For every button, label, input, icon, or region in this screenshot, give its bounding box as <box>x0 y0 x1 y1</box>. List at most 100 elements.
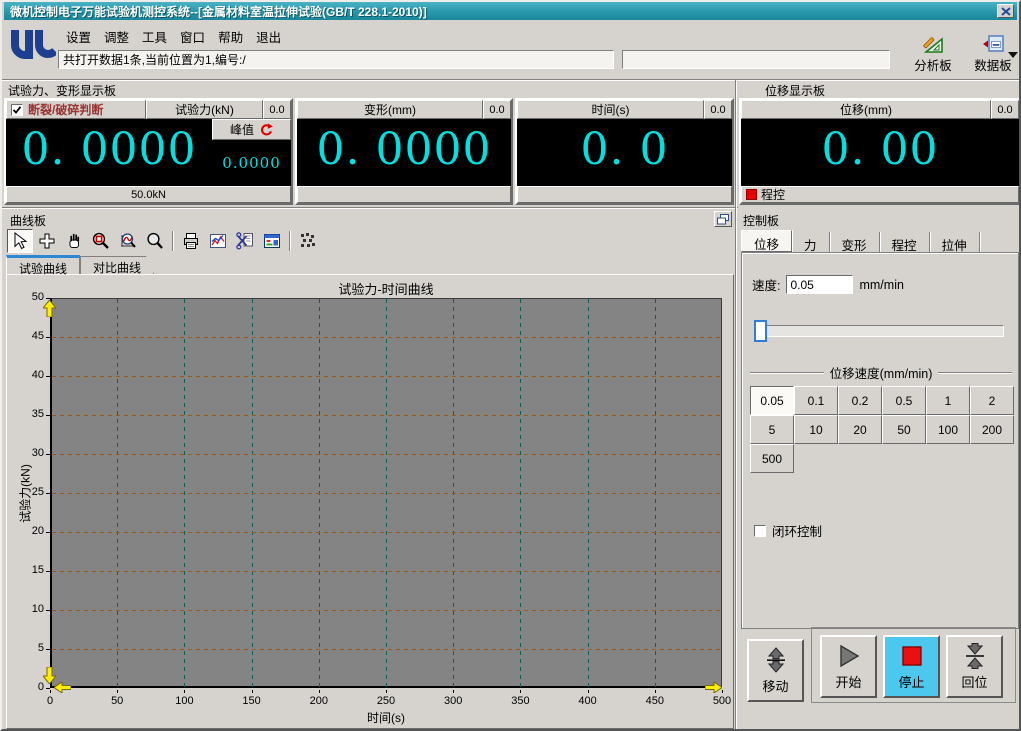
speed-option-200[interactable]: 200 <box>970 415 1014 444</box>
menu-item-settings[interactable]: 设置 <box>66 27 91 45</box>
status-input[interactable] <box>58 50 614 69</box>
speed-option-10[interactable]: 10 <box>794 415 838 444</box>
tab-program[interactable]: 程控 <box>880 232 930 253</box>
force-range-label: 50.0kN <box>6 186 291 203</box>
time-footer <box>517 186 732 203</box>
snip-export-button[interactable] <box>232 229 258 253</box>
speed-slider-track[interactable] <box>758 325 1004 337</box>
zoom-box-button[interactable] <box>88 229 114 253</box>
x-axis-label: 时间(s) <box>367 711 405 725</box>
speed-option-500[interactable]: 500 <box>750 444 794 473</box>
x-tick-label: 200 <box>309 695 328 707</box>
select-cursor-icon <box>14 232 28 250</box>
start-button[interactable]: 开始 <box>820 635 877 698</box>
speed-option-2[interactable]: 2 <box>970 386 1014 415</box>
y-tick-label: 50 <box>31 291 44 303</box>
status-field-secondary[interactable] <box>622 50 890 69</box>
checkbox-checked-icon <box>11 103 23 116</box>
move-arrows-icon <box>766 646 785 673</box>
tick-mark <box>46 610 50 611</box>
deform-unit-button[interactable]: 变形(mm) <box>297 100 483 119</box>
x-tick-label: 250 <box>376 695 396 707</box>
tab-displacement[interactable]: 位移 <box>741 230 793 252</box>
control-panel: 控制板 位移力变形程控拉伸 速度: mm/min 位移速度(mm/min) 0.… <box>739 208 1019 729</box>
select-cursor-button[interactable] <box>7 229 33 253</box>
magnifier-button[interactable] <box>142 229 168 253</box>
y-tick-label: 40 <box>31 369 44 381</box>
tab-compare-curve[interactable]: 对比曲线 <box>80 256 154 274</box>
zoom-curve-button[interactable] <box>115 229 141 253</box>
pan-hand-button[interactable] <box>61 229 87 253</box>
gridline <box>52 649 721 650</box>
speed-option-0.5[interactable]: 0.5 <box>882 386 926 415</box>
tab-test-curve[interactable]: 试验曲线 <box>6 255 81 276</box>
restore-panel-button[interactable] <box>714 211 732 227</box>
x-tick-label: 0 <box>46 695 54 707</box>
analyze-panel-button[interactable]: 分析板 <box>902 32 964 74</box>
speed-option-0.1[interactable]: 0.1 <box>794 386 838 415</box>
force-unit-button[interactable]: 试验力(kN) <box>146 100 263 119</box>
break-detect-checkbox[interactable]: 断裂/破碎判断 <box>6 100 146 119</box>
pattern-grid-button[interactable] <box>295 229 321 253</box>
curve-tab-strip: 试验曲线 对比曲线 <box>6 255 154 276</box>
chart-container: 试验力-时间曲线 时间(s) 试验力(kN) 0 50 100 150 200 250 30… <box>6 274 734 729</box>
speed-option-5[interactable]: 5 <box>750 415 794 444</box>
curve-view-icon <box>210 234 226 248</box>
y-tick-label: 30 <box>31 447 44 459</box>
start-label: 开始 <box>835 674 862 690</box>
action-buttons: 移动 开始 停止 回位 <box>739 627 1019 723</box>
stop-button[interactable]: 停止 <box>883 635 940 698</box>
close-button[interactable] <box>997 4 1014 18</box>
tick-mark <box>587 690 589 693</box>
speed-option-0.05[interactable]: 0.05 <box>750 386 794 415</box>
speed-option-50[interactable]: 50 <box>882 415 926 444</box>
tick-mark <box>46 688 50 689</box>
curve-view-button[interactable] <box>205 229 231 253</box>
toolbar-separator <box>172 231 174 251</box>
curve-panel-title: 曲线板 <box>10 214 47 228</box>
print-button[interactable] <box>178 229 204 253</box>
chevron-down-icon[interactable] <box>1008 52 1018 58</box>
y-tick-label: 45 <box>31 330 44 342</box>
tab-force[interactable]: 力 <box>792 232 830 253</box>
time-display-panel: 时间(s) 0.0 0. 0 <box>515 98 734 205</box>
divider-line <box>938 371 1013 374</box>
break-detect-label: 断裂/破碎判断 <box>28 103 104 117</box>
zoom-curve-icon <box>121 233 136 248</box>
data-board-button[interactable] <box>259 229 285 253</box>
tick-mark <box>386 690 387 693</box>
tick-mark <box>318 690 320 693</box>
tab-deform[interactable]: 变形 <box>830 232 880 253</box>
speed-input[interactable] <box>786 275 854 294</box>
menu-item-tools[interactable]: 工具 <box>142 27 167 45</box>
menu-item-adjust[interactable]: 调整 <box>104 27 129 45</box>
menu-bar: 设置 调整 工具 窗口 帮助 退出 <box>66 27 281 45</box>
move-crosshair-button[interactable] <box>34 229 60 253</box>
speed-slider-thumb[interactable] <box>754 320 767 342</box>
peak-reset-button[interactable]: 峰值 <box>212 119 291 140</box>
home-button[interactable]: 回位 <box>946 635 1003 698</box>
move-label: 移动 <box>762 678 789 694</box>
program-control-led <box>746 189 757 200</box>
closed-loop-checkbox[interactable] <box>754 524 766 537</box>
speed-option-100[interactable]: 100 <box>926 415 970 444</box>
tick-mark <box>46 532 50 533</box>
pattern-grid-icon <box>301 233 315 247</box>
speed-option-0.2[interactable]: 0.2 <box>838 386 882 415</box>
tick-mark <box>46 649 50 650</box>
y-tick-label: 20 <box>31 525 44 537</box>
menu-item-exit[interactable]: 退出 <box>256 27 281 45</box>
tab-tensile[interactable]: 拉伸 <box>930 232 980 253</box>
force-value-display: 0. 0000 <box>21 124 197 175</box>
speed-group-header: 位移速度(mm/min) <box>750 363 1013 382</box>
displacement-unit-button[interactable]: 位移(mm) <box>741 100 991 119</box>
move-button[interactable]: 移动 <box>747 639 804 702</box>
speed-option-20[interactable]: 20 <box>838 415 882 444</box>
menu-item-help[interactable]: 帮助 <box>218 27 243 45</box>
peak-label: 峰值 <box>229 123 254 137</box>
menu-item-window[interactable]: 窗口 <box>180 27 205 45</box>
y-axis-up-arrow-icon <box>43 300 56 317</box>
time-unit-button[interactable]: 时间(s) <box>517 100 704 119</box>
speed-option-1[interactable]: 1 <box>926 386 970 415</box>
play-icon <box>839 644 859 667</box>
